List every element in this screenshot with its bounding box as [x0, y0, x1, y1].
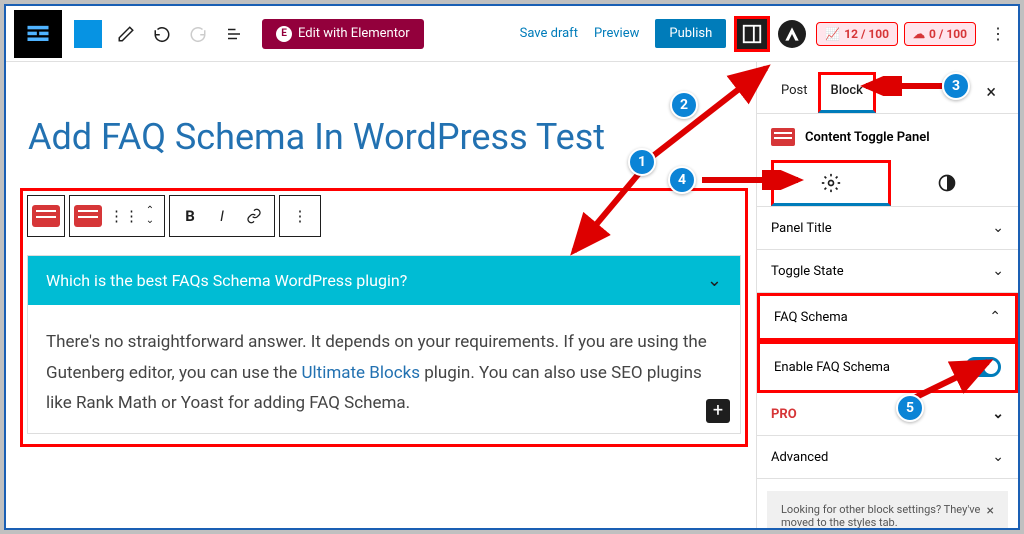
undo-icon[interactable]	[150, 22, 174, 46]
wp-logo-button[interactable]	[14, 10, 62, 58]
elementor-icon: E	[276, 26, 292, 42]
score-1-value: 12 / 100	[844, 27, 889, 41]
document-outline-icon[interactable]	[222, 22, 246, 46]
gear-icon	[821, 173, 841, 193]
section-advanced[interactable]: Advanced ⌄	[757, 436, 1018, 479]
annotation-5: 5	[896, 394, 924, 422]
block-type-button[interactable]	[27, 195, 65, 237]
pro-label: PRO	[771, 407, 797, 422]
block-toolbar: ⋮⋮ ⌃⌄ B I ⋮	[27, 195, 741, 237]
chevron-down-icon: ⌄	[992, 449, 1004, 465]
chevron-down-icon: ⌄	[707, 270, 722, 291]
edit-with-elementor-button[interactable]: E Edit with Elementor	[262, 19, 424, 49]
block-move-group[interactable]: ⋮⋮ ⌃⌄	[69, 195, 165, 237]
block-type-indicator[interactable]	[74, 20, 102, 48]
elementor-label: Edit with Elementor	[298, 26, 410, 41]
hint-text: Looking for other block settings? They'v…	[781, 503, 987, 528]
link-button[interactable]	[238, 200, 270, 232]
content-toggle-block[interactable]: ⋮⋮ ⌃⌄ B I ⋮ Which is the best FAQs Schem…	[20, 188, 748, 447]
chevron-down-icon: ⌄	[992, 406, 1004, 422]
section-panel-title[interactable]: Panel Title ⌄	[757, 207, 1018, 250]
faq-answer-body[interactable]: There's no straightforward answer. It de…	[28, 305, 740, 433]
enable-faq-schema-option: Enable FAQ Schema	[757, 341, 1018, 393]
edit-mode-icon[interactable]	[114, 22, 138, 46]
annotation-1: 1	[628, 148, 656, 176]
chevron-down-icon: ⌄	[992, 263, 1004, 279]
styles-subtab[interactable]	[891, 160, 1005, 206]
seo-score-badge-1[interactable]: 📈 12 / 100	[816, 22, 898, 46]
block-name-label: Content Toggle Panel	[805, 130, 930, 145]
italic-button[interactable]: I	[206, 200, 238, 232]
dismiss-hint-icon[interactable]: ×	[987, 503, 994, 519]
tab-block[interactable]: Block	[818, 72, 876, 113]
panel-title-label: Panel Title	[771, 221, 832, 236]
cloud-icon: ☁	[913, 27, 925, 41]
styles-hint: Looking for other block settings? They'v…	[767, 491, 1008, 528]
settings-sidebar: Post Block × Content Toggle Panel Panel …	[756, 62, 1018, 528]
enable-faq-toggle[interactable]	[965, 357, 1001, 377]
faq-question-header[interactable]: Which is the best FAQs Schema WordPress …	[28, 256, 740, 305]
drag-handle-icon[interactable]: ⋮⋮	[108, 200, 140, 232]
trend-up-icon: 📈	[825, 27, 840, 41]
toggle-state-label: Toggle State	[771, 264, 844, 279]
preview-link[interactable]: Preview	[594, 26, 639, 41]
block-name-header: Content Toggle Panel	[757, 114, 1018, 160]
add-block-button[interactable]: +	[706, 399, 730, 423]
faq-question-text: Which is the best FAQs Schema WordPress …	[46, 271, 407, 290]
advanced-label: Advanced	[771, 450, 828, 465]
settings-subtab[interactable]	[771, 160, 891, 206]
enable-faq-label: Enable FAQ Schema	[774, 360, 890, 375]
save-draft-link[interactable]: Save draft	[520, 26, 578, 41]
score-2-value: 0 / 100	[929, 27, 967, 41]
section-toggle-state[interactable]: Toggle State ⌄	[757, 250, 1018, 293]
publish-button[interactable]: Publish	[655, 19, 726, 48]
more-options-icon[interactable]: ⋮	[986, 22, 1010, 46]
close-sidebar-icon[interactable]: ×	[978, 78, 1004, 107]
astra-icon[interactable]	[778, 20, 806, 48]
sidebar-subtabs	[757, 160, 1018, 207]
editor-canvas: Add FAQ Schema In WordPress Test ⋮⋮ ⌃⌄ B…	[6, 62, 756, 528]
section-faq-schema[interactable]: FAQ Schema ⌃	[757, 293, 1018, 341]
faq-toggle-panel: Which is the best FAQs Schema WordPress …	[27, 255, 741, 434]
ultimate-blocks-link[interactable]: Ultimate Blocks	[301, 363, 420, 383]
chevron-down-icon: ⌄	[992, 220, 1004, 236]
annotation-3: 3	[942, 72, 970, 100]
sidebar-tabs: Post Block ×	[757, 62, 1018, 114]
editor-top-toolbar: E Edit with Elementor Save draft Preview…	[6, 6, 1018, 62]
section-pro[interactable]: PRO ⌄	[757, 393, 1018, 436]
annotation-2: 2	[670, 91, 698, 119]
seo-score-badge-2[interactable]: ☁ 0 / 100	[904, 22, 976, 46]
more-format-button[interactable]: ⋮	[279, 195, 321, 237]
chevron-up-icon: ⌃	[989, 309, 1001, 325]
text-format-group: B I	[169, 195, 275, 237]
faq-schema-label: FAQ Schema	[774, 310, 848, 325]
contrast-icon	[937, 173, 957, 193]
bold-button[interactable]: B	[174, 200, 206, 232]
move-arrows-icon[interactable]: ⌃⌄	[140, 200, 160, 232]
content-toggle-icon	[771, 128, 795, 146]
annotation-4: 4	[668, 166, 696, 194]
redo-icon[interactable]	[186, 22, 210, 46]
settings-panel-toggle[interactable]	[734, 16, 770, 52]
tab-post[interactable]: Post	[771, 75, 818, 110]
